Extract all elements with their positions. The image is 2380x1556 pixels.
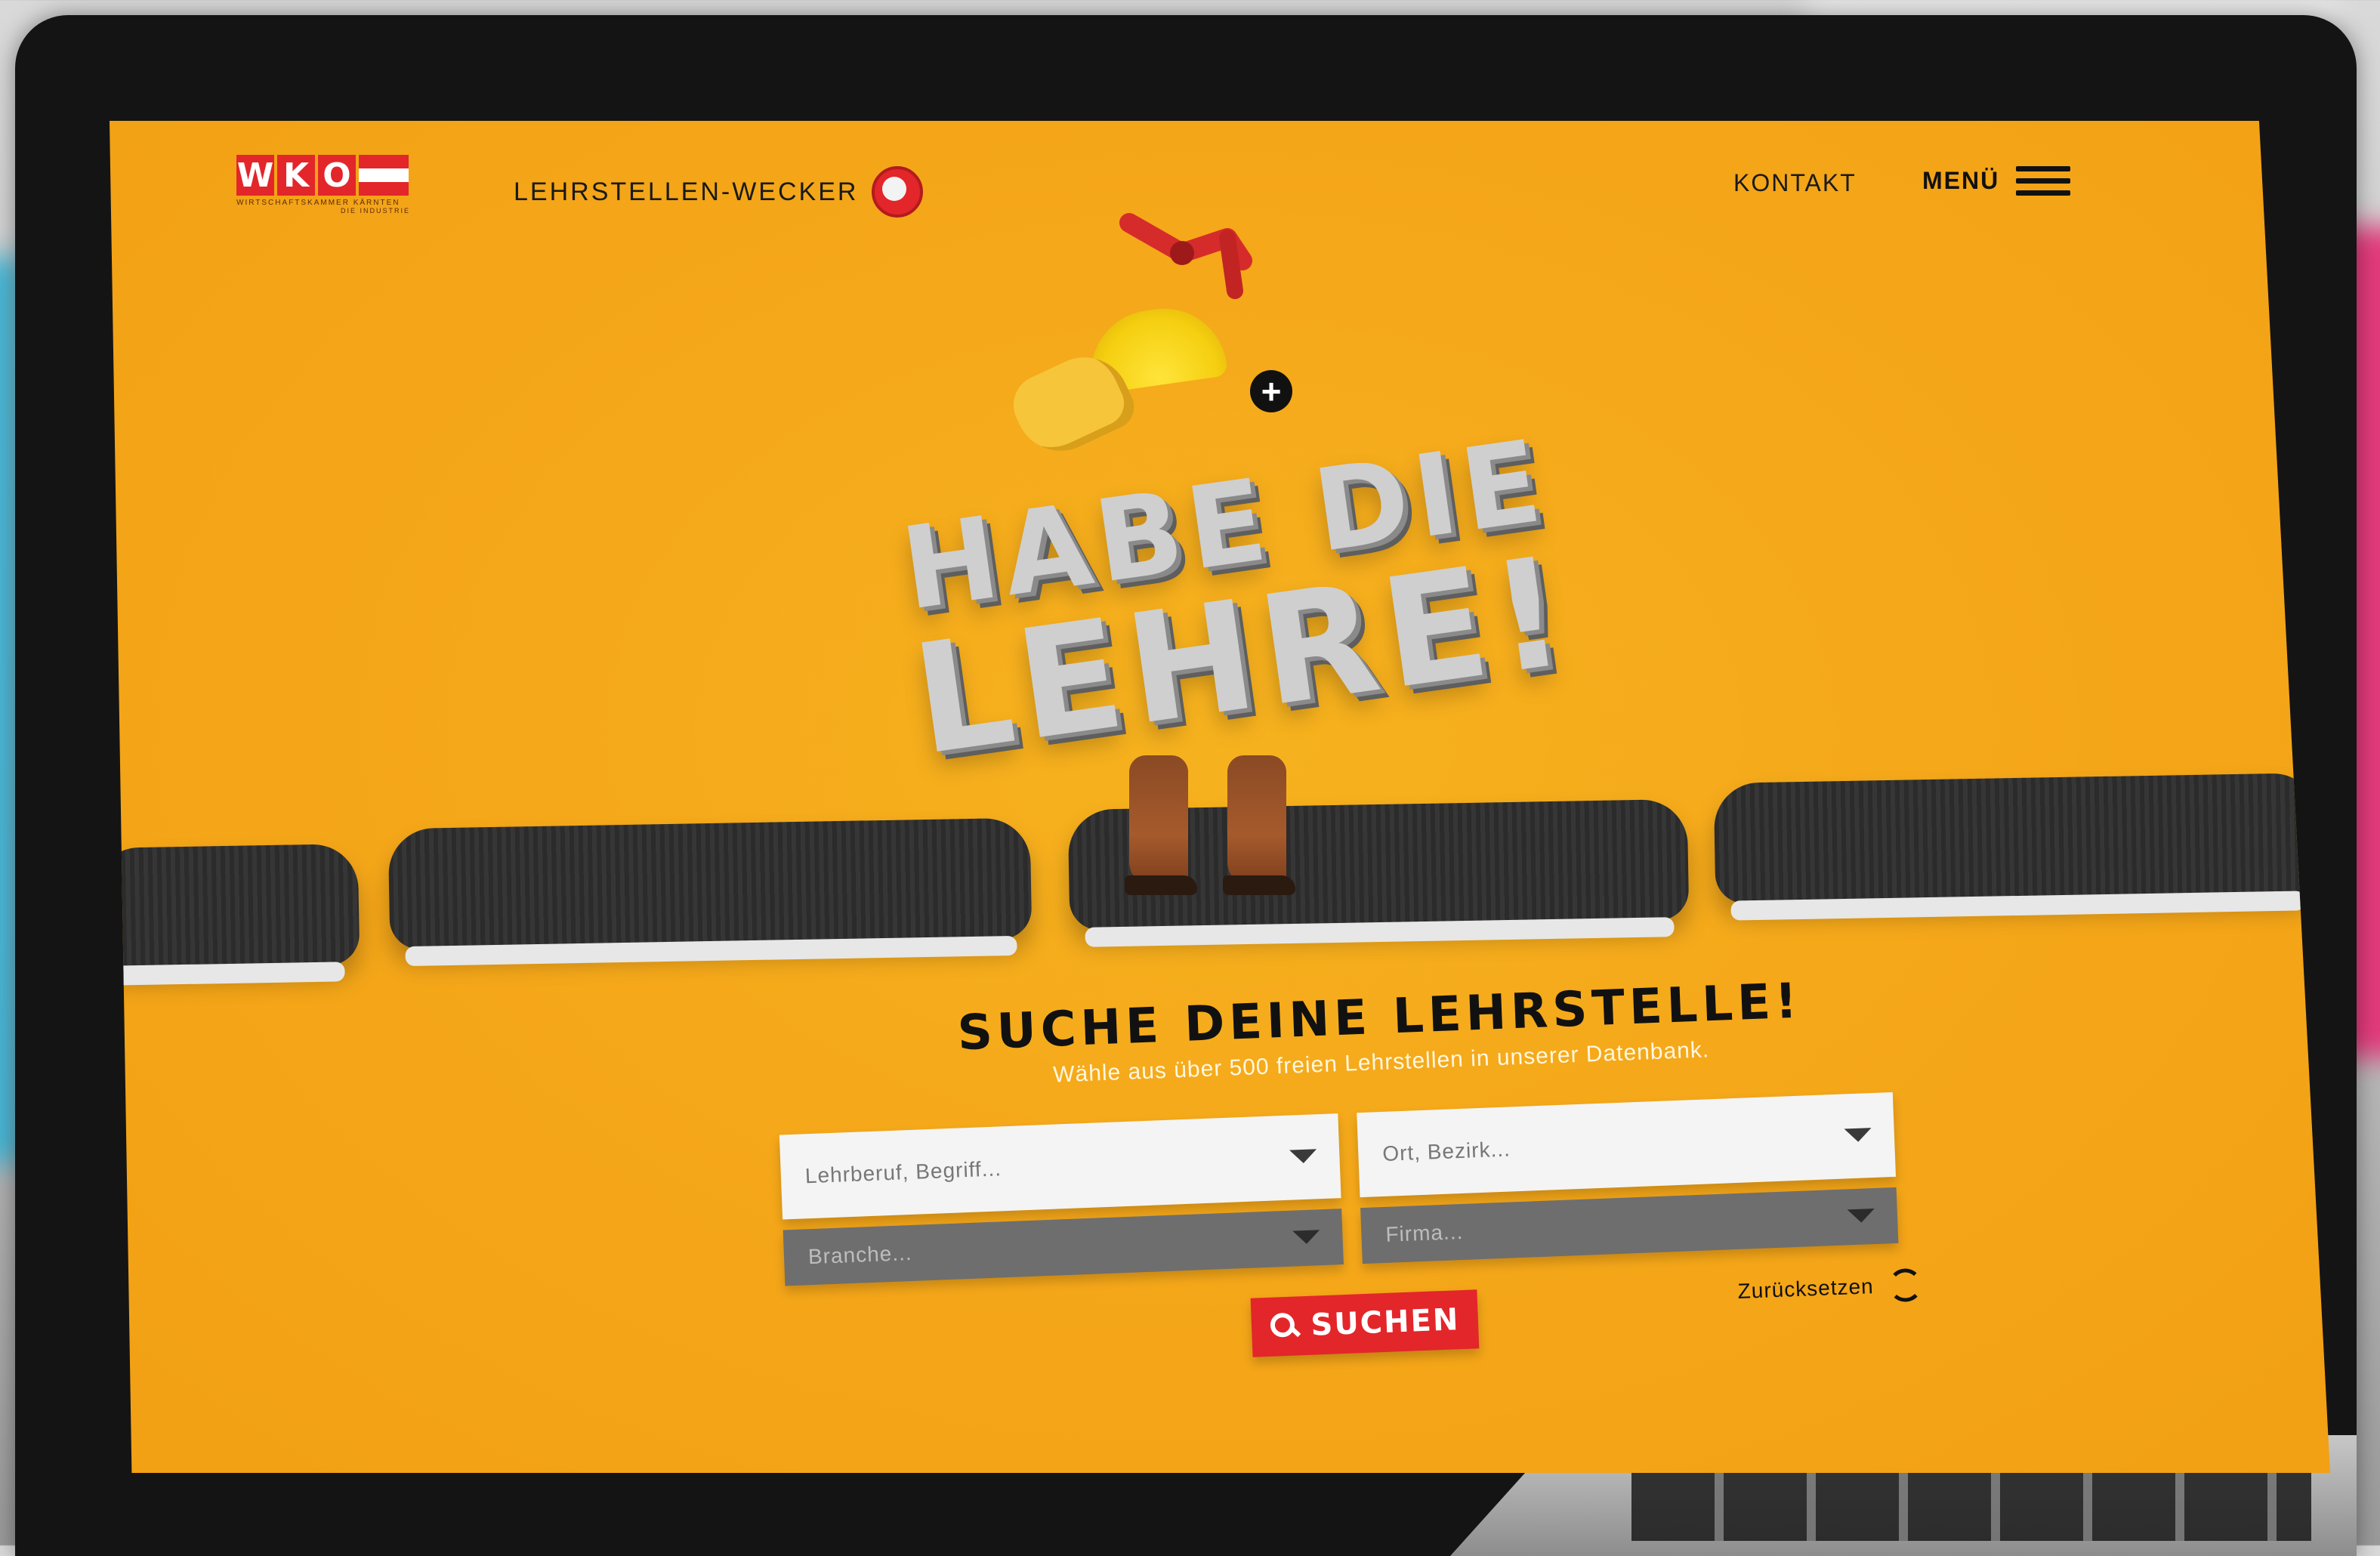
reset-label: Zurücksetzen [1737,1274,1875,1304]
wko-letter-o: O [318,155,356,196]
lehrberuf-select[interactable]: Lehrberuf, Begriff... [779,1113,1341,1220]
search-filters: Lehrberuf, Begriff... Ort, Bezirk... Bra… [779,1088,2023,1286]
search-icon [1270,1312,1298,1340]
lehrberuf-placeholder: Lehrberuf, Begriff... [804,1156,1002,1188]
reset-button[interactable]: Zurücksetzen [1737,1267,1923,1308]
work-boot-icon [1223,755,1295,895]
chevron-down-icon [1844,1128,1872,1143]
conveyor-belt [1713,773,2320,904]
wko-letter-w: W [236,155,274,196]
wko-logo-mark: W K O [236,155,418,196]
laptop-frame: W K O WIRTSCHAFTSKAMMER KÄRNTEN DIE INDU… [15,15,2357,1556]
alarm-clock-icon [872,166,924,218]
website-screen: W K O WIRTSCHAFTSKAMMER KÄRNTEN DIE INDU… [110,121,2330,1473]
chevron-down-icon [1847,1209,1875,1224]
hero-title: HABE DIE LEHRE! [850,415,1619,789]
menu-label: MENÜ [1922,167,2000,194]
ort-placeholder: Ort, Bezirk... [1381,1137,1511,1165]
wko-subline-2: DIE INDUSTRIE [340,207,410,215]
branche-placeholder: Branche... [807,1240,913,1269]
austria-flag-icon [359,155,409,196]
conveyor-belt [110,843,360,970]
wko-letter-k: K [277,155,315,196]
work-boot-icon [1125,755,1197,895]
plus-icon[interactable]: + [1250,370,1292,412]
brand-label: LEHRSTELLEN-WECKER [514,177,859,206]
wko-subline: WIRTSCHAFTSKAMMER KÄRNTEN [236,199,400,207]
robot-arm-icon [1119,213,1252,299]
hamburger-icon [2016,166,2071,196]
search-button-label: SUCHEN [1310,1302,1461,1343]
keyboard-keys [1631,1473,2311,1541]
firma-select[interactable]: Firma... [1360,1187,1899,1264]
chevron-down-icon [1292,1230,1320,1245]
search-button[interactable]: SUCHEN [1250,1289,1480,1357]
nav-kontakt-link[interactable]: KONTAKT [1733,169,1857,197]
conveyor-belt [387,817,1033,950]
search-section: SUCHE DEINE LEHRSTELLE! Wähle aus über 5… [745,965,2027,1393]
wko-logo[interactable]: W K O WIRTSCHAFTSKAMMER KÄRNTEN DIE INDU… [236,155,418,215]
brand-link[interactable]: LEHRSTELLEN-WECKER [514,166,924,218]
ort-select[interactable]: Ort, Bezirk... [1357,1091,1897,1198]
menu-button[interactable]: MENÜ [1922,166,2071,196]
refresh-icon [1888,1267,1923,1303]
firma-placeholder: Firma... [1384,1219,1464,1246]
chevron-down-icon [1289,1149,1317,1164]
branche-select[interactable]: Branche... [783,1209,1344,1286]
